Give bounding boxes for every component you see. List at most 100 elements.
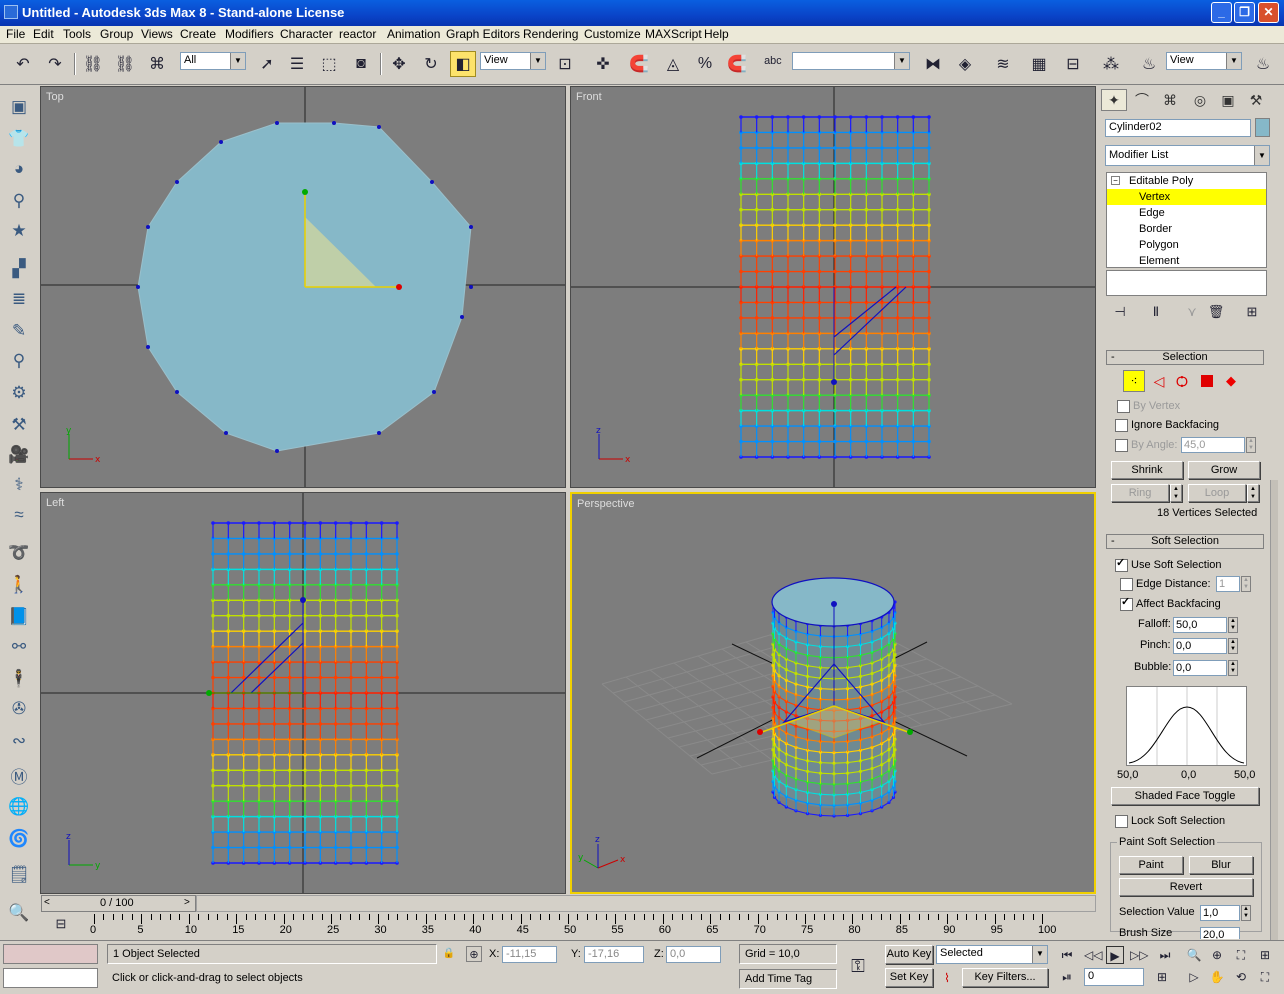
revert-button[interactable]: Revert [1119, 878, 1253, 896]
viewport-left[interactable]: yz Left [40, 492, 566, 894]
time-slider[interactable]: < 0 / 100 > [41, 895, 196, 912]
previous-frame-icon[interactable]: ◁◁ [1084, 946, 1102, 964]
key-filters-button[interactable]: Key Filters... [962, 968, 1048, 987]
window-crossing-icon[interactable]: ◙ [348, 51, 374, 77]
biped-icon[interactable]: 🚶 [6, 572, 32, 598]
rectangular-selection-icon[interactable]: ⬚ [316, 51, 342, 77]
select-and-move-icon[interactable]: ✥ [386, 51, 412, 77]
stack-editable-poly[interactable]: − Editable Poly [1107, 173, 1266, 189]
ring-button[interactable]: Ring [1111, 484, 1169, 502]
select-object-icon[interactable]: ➚ [254, 51, 280, 77]
object-name-field[interactable]: Cylinder02 [1105, 119, 1251, 137]
paint-button[interactable]: Paint [1119, 856, 1183, 874]
viewport-front[interactable]: xz Front [570, 86, 1096, 488]
spiral-icon[interactable]: 🌀 [6, 826, 32, 852]
select-and-manipulate-icon[interactable]: ✜ [590, 51, 616, 77]
maximize-viewport-icon[interactable]: ⛶ [1256, 968, 1274, 986]
gear-icon[interactable]: ⚙ [6, 380, 32, 406]
zoom-all-icon[interactable]: ⊕ [1208, 946, 1226, 964]
pinch-spinner[interactable]: 0,0 ▲ ▼ [1173, 638, 1238, 654]
loop-button[interactable]: Loop [1188, 484, 1246, 502]
go-to-end-icon[interactable]: ⏭ [1156, 946, 1174, 964]
box-create-icon[interactable]: ▣ [6, 94, 32, 120]
shrink-button[interactable]: Shrink [1111, 461, 1183, 479]
polygon-mode-icon[interactable] [1201, 375, 1213, 387]
material-editor-icon[interactable]: ⁂ [1098, 51, 1124, 77]
key-icon[interactable]: ⚿ [843, 954, 873, 978]
menu-group[interactable]: Group [100, 27, 133, 41]
book-icon[interactable]: 📘 [6, 604, 32, 630]
loop-spinner[interactable]: ▲ ▼ [1247, 484, 1259, 502]
stack-polygon[interactable]: Polygon [1107, 237, 1266, 253]
viewport-label-front[interactable]: Front [576, 91, 602, 103]
hierarchy-tab-icon[interactable]: ⌘ [1157, 89, 1183, 111]
lock-soft-selection-checkbox[interactable]: Lock Soft Selection [1115, 814, 1225, 828]
edge-distance-checkbox[interactable]: Edge Distance: [1120, 577, 1211, 591]
modify-tab-icon[interactable]: ⌒ [1129, 89, 1155, 111]
quick-render-icon[interactable]: ♨ [1250, 51, 1276, 77]
redo-icon[interactable]: ↷ [42, 51, 68, 77]
play-icon[interactable]: ▶ [1106, 946, 1124, 964]
x-coordinate-field[interactable]: -11,15 [502, 946, 557, 963]
selection-filter-dropdown[interactable]: All ▼ [180, 52, 246, 70]
globe-icon[interactable]: 🌐 [6, 794, 32, 820]
vertex-mode-icon[interactable]: ⁖ [1123, 370, 1145, 392]
menu-rendering[interactable]: Rendering [523, 27, 578, 41]
angle-snap-icon[interactable]: ◬ [660, 51, 686, 77]
menu-maxscript[interactable]: MAXScript [645, 27, 702, 41]
ring-spinner[interactable]: ▲ ▼ [1170, 484, 1182, 502]
selection-rollout-header[interactable]: - Selection [1106, 350, 1264, 365]
brush-size-spinner[interactable]: 20,0 [1200, 927, 1240, 939]
layer-manager-icon[interactable]: ≋ [990, 51, 1016, 77]
light-icon[interactable]: ⚲ [6, 188, 32, 214]
checker-icon[interactable]: ▞ [6, 256, 32, 282]
display-tab-icon[interactable]: ▣ [1215, 89, 1241, 111]
schematic-view-icon[interactable]: ⊟ [1060, 51, 1086, 77]
field-of-view-icon[interactable]: ▷ [1185, 968, 1203, 986]
stack-element[interactable]: Element [1107, 253, 1266, 269]
search-icon[interactable]: 🔍 [6, 900, 32, 926]
menu-customize[interactable]: Customize [584, 27, 641, 41]
soft-selection-rollout-header[interactable]: - Soft Selection [1106, 534, 1264, 549]
object-color-swatch[interactable] [1255, 118, 1270, 137]
render-type-dropdown[interactable]: View ▼ [1166, 52, 1242, 70]
shaded-face-toggle-button[interactable]: Shaded Face Toggle [1111, 787, 1259, 805]
ignore-backfacing-checkbox[interactable]: Ignore Backfacing [1115, 418, 1219, 432]
time-slider-track[interactable] [196, 895, 1096, 912]
viewport-perspective[interactable]: x y z Perspective [570, 492, 1096, 894]
maxscript-input-mini[interactable] [3, 968, 98, 988]
key-mode-dropdown[interactable]: Selected ▼ [936, 945, 1048, 964]
select-and-rotate-icon[interactable]: ↻ [418, 51, 444, 77]
hammer-icon[interactable]: ⚒ [6, 412, 32, 438]
unlink-icon[interactable]: ⛓ [112, 51, 138, 77]
bind-space-warp-icon[interactable]: ⌘ [144, 51, 170, 77]
element-mode-icon[interactable]: ◆ [1221, 371, 1241, 391]
default-tangent-icon[interactable]: ⌇ [936, 968, 958, 987]
magnifier-icon[interactable]: ⚲ [6, 348, 32, 374]
maxscript-listener-mini[interactable] [3, 944, 98, 964]
undo-icon[interactable]: ↶ [10, 51, 36, 77]
shirt-icon[interactable]: 👕 [6, 126, 32, 152]
figure-icon[interactable]: 🕴 [6, 666, 32, 692]
named-selection-dropdown[interactable]: ▼ [792, 52, 910, 70]
pencil-icon[interactable]: ✎ [6, 318, 32, 344]
wave-icon[interactable]: ≈ [6, 502, 32, 528]
menu-graph-editors[interactable]: Graph Editors [446, 27, 520, 41]
pin-stack-icon[interactable]: ⊣ [1110, 302, 1130, 322]
camera-icon[interactable]: 🎥 [6, 442, 32, 468]
timeline-ruler[interactable]: 0 5 10 15 20 25 30 35 40 45 50 55 60 65 70 75 80 85 90 95 10… [87, 914, 1097, 940]
use-soft-selection-checkbox[interactable]: Use Soft Selection [1115, 556, 1222, 572]
rope-icon[interactable]: ➰ [6, 540, 32, 566]
go-to-start-icon[interactable]: ⏮ [1058, 946, 1076, 964]
stack-vertex[interactable]: Vertex [1107, 189, 1266, 205]
viewport-label-perspective[interactable]: Perspective [577, 498, 634, 510]
by-angle-spinner[interactable]: 45,0 ▲ ▼ [1181, 437, 1256, 453]
z-coordinate-field[interactable]: 0,0 [666, 946, 721, 963]
time-slider-next-icon[interactable]: > [184, 897, 190, 908]
configure-modifier-sets-icon[interactable]: ⊞ [1242, 302, 1262, 322]
menu-reactor[interactable]: reactor [339, 27, 376, 41]
make-unique-icon[interactable]: ⋎ [1182, 302, 1202, 322]
bones-icon[interactable]: ⚕ [6, 472, 32, 498]
menu-create[interactable]: Create [180, 27, 216, 41]
create-tab-icon[interactable]: ✦ [1101, 89, 1127, 111]
